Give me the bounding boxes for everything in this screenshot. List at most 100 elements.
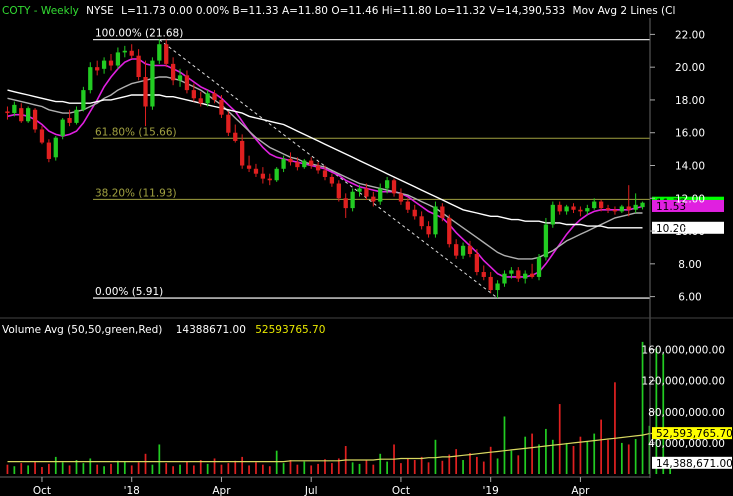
volume-bar (103, 466, 105, 474)
candle-body (523, 273, 528, 279)
volume-bar (317, 463, 319, 474)
volume-bar (365, 460, 368, 474)
time-tick-label: Oct (392, 485, 410, 496)
volume-bar (34, 461, 36, 474)
candle-body (184, 75, 190, 91)
volume-bar (82, 463, 85, 474)
candle-body (136, 55, 141, 77)
candle-body (74, 109, 79, 123)
volume-bar (620, 442, 623, 474)
volume-bar (482, 461, 485, 474)
candle-body (426, 226, 431, 235)
candle-body (467, 245, 473, 254)
volume-bar (179, 464, 181, 474)
volume-bar (586, 441, 589, 474)
candle-body (95, 67, 100, 71)
time-tick-label: Apr (571, 485, 590, 496)
header-stats: L=11.73 0.00 0.00% B=11.33 A=11.80 O=11.… (121, 5, 565, 17)
candle-body (419, 216, 424, 227)
time-tick-label: '19 (483, 485, 499, 496)
candle-body (398, 193, 404, 202)
volume-bar (310, 465, 313, 474)
candle-body (60, 119, 65, 136)
price-tick-label: 20.00 (675, 62, 705, 74)
candle-body (288, 158, 293, 163)
fib-level-label: 100.00% (21.68) (95, 28, 183, 40)
candle-body (281, 158, 286, 169)
volume-bar (607, 439, 609, 474)
candle-body (53, 137, 58, 158)
volume-bar (220, 464, 223, 474)
volume-axis-badge-text: 14,388,671.00 (656, 458, 733, 470)
volume-bar (248, 465, 250, 474)
volume-header-value1: 14388671.00 (176, 324, 246, 336)
volume-bar (144, 453, 147, 474)
candle-body (336, 183, 341, 199)
candle-body (481, 272, 486, 277)
volume-bar (427, 462, 430, 474)
volume-bar (400, 463, 402, 474)
candle-body (454, 244, 459, 256)
volume-bar (186, 461, 188, 474)
volume-bar (13, 466, 16, 474)
volume-bar (641, 341, 644, 474)
candle-body (32, 109, 38, 130)
candle-body (302, 160, 307, 168)
volume-bar (455, 449, 458, 474)
candle-body (19, 108, 24, 122)
volume-bar (296, 464, 299, 474)
volume-bar (379, 453, 382, 474)
volume-bar (262, 464, 264, 474)
candle-body (460, 245, 466, 256)
candle-body (536, 257, 542, 277)
volume-bar (331, 463, 333, 474)
volume-bar (565, 442, 568, 474)
volume-bar (545, 428, 547, 474)
candle-body (267, 178, 272, 181)
candle-body (412, 209, 417, 217)
candle-body (495, 283, 500, 291)
candle-body (502, 273, 507, 284)
volume-bar (123, 461, 126, 474)
time-tick-label: '18 (124, 485, 140, 496)
volume-bar (282, 463, 285, 474)
candle-body (12, 104, 17, 114)
candle-body (143, 77, 148, 107)
candle-body (150, 60, 155, 107)
price-tick-label: 12.00 (675, 193, 705, 205)
candle-body (557, 204, 562, 212)
volume-bar (241, 456, 244, 474)
candle-body (474, 254, 480, 273)
candle-body (240, 140, 245, 166)
volume-bar (386, 461, 388, 474)
candle-body (81, 90, 86, 110)
volume-bar (517, 455, 520, 474)
candle-body (315, 165, 321, 171)
volume-bar (117, 460, 119, 474)
volume-bar (634, 439, 637, 474)
volume-bar (54, 456, 57, 474)
volume-bar (20, 463, 23, 474)
volume-bar (206, 463, 209, 474)
price-tick-label: 10.00 (675, 226, 705, 238)
candle-body (274, 168, 279, 181)
stock-chart[interactable]: COTY - Weekly NYSE L=11.73 0.00 0.00% B=… (0, 0, 733, 496)
volume-bar (172, 466, 174, 474)
price-tick-label: 16.00 (675, 128, 705, 140)
candle-body (260, 173, 266, 179)
candle-body (585, 208, 590, 212)
candle-body (205, 93, 210, 104)
candle-body (626, 206, 631, 210)
fib-level-label: 38.20% (11.93) (95, 187, 177, 199)
volume-bar (503, 416, 506, 474)
candle-body (226, 114, 231, 133)
volume-bar (303, 461, 306, 474)
candle-body (578, 209, 583, 212)
volume-bar (130, 465, 133, 474)
volume-bar (41, 467, 43, 474)
candle-body (219, 99, 224, 115)
time-tick-label: Jul (304, 485, 318, 496)
candle-body (129, 50, 134, 56)
volume-tick-label: 160,000,000.00 (642, 345, 726, 357)
volume-bar (27, 465, 30, 474)
